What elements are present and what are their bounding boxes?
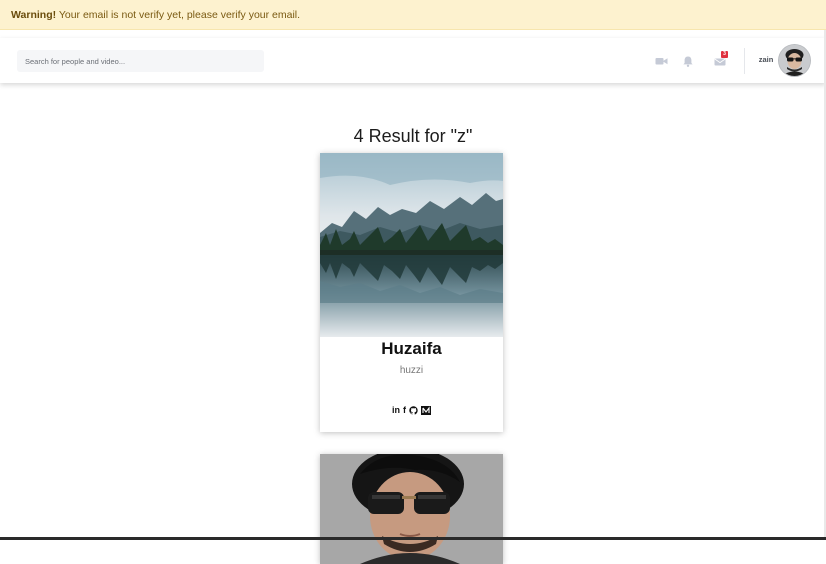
user-card[interactable] [320,454,503,564]
user-handle: huzzi [399,365,424,376]
user-card[interactable]: Huzaifa huzzi in f [320,153,503,432]
medium-icon[interactable] [421,405,431,415]
warning-label: Warning! [11,9,57,21]
linkedin-icon[interactable]: in [392,405,400,415]
top-navbar: 3 zain [0,38,826,83]
video-camera-icon[interactable] [655,54,669,68]
bell-icon[interactable] [682,54,696,68]
social-links: in f [320,405,503,415]
message-icon[interactable]: 3 [714,51,728,68]
email-warning-banner: Warning! Your email is not verify yet, p… [0,0,826,30]
navbar-divider [744,48,745,74]
search-results-heading: 4 Result for "z" [353,126,473,146]
profile-cover-image [320,153,503,337]
user-full-name[interactable]: Huzaifa [320,339,503,359]
username-label[interactable]: zain [755,55,777,64]
warning-message: Your email is not verify yet, please ver… [56,9,301,21]
user-avatar[interactable] [779,45,810,76]
github-icon[interactable] [409,405,418,415]
facebook-icon[interactable]: f [403,405,406,415]
search-input[interactable] [17,50,264,72]
profile-cover-image [320,454,503,564]
message-count-badge: 3 [721,51,728,58]
